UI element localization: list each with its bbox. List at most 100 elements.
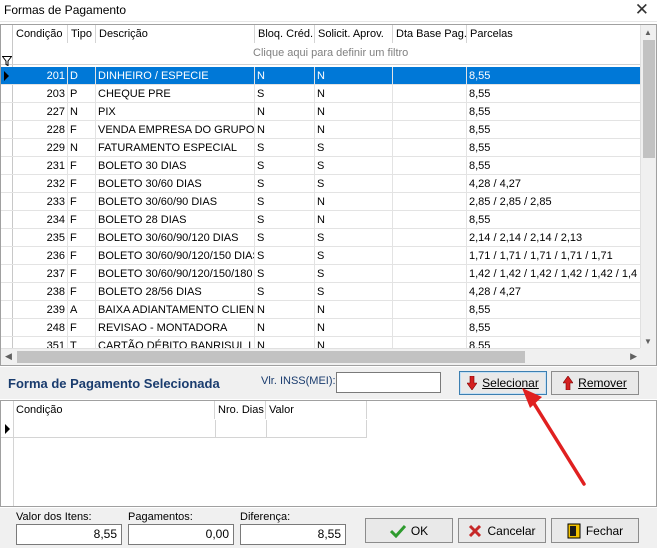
cell-bloq-cred[interactable]: S xyxy=(255,139,315,157)
cell-solicit-aprov[interactable]: N xyxy=(315,211,393,229)
scroll-up-icon[interactable]: ▲ xyxy=(644,28,652,37)
cell-solicit-aprov[interactable]: N xyxy=(315,103,393,121)
cell-tipo[interactable]: F xyxy=(68,175,96,193)
cell-descricao[interactable]: VENDA EMPRESA DO GRUPO xyxy=(96,121,255,139)
cell-condicao[interactable]: 236 xyxy=(13,247,68,265)
filter-icon[interactable] xyxy=(2,56,12,66)
table-row[interactable]: 239 A BAIXA ADIANTAMENTO CLIENTE N N 8,55 xyxy=(1,301,641,319)
cell-condicao[interactable]: 201 xyxy=(13,67,68,85)
cell-solicit-aprov[interactable]: S xyxy=(315,175,393,193)
cell-descricao[interactable]: BOLETO 30/60 DIAS xyxy=(96,175,255,193)
cell-dta-base-pag[interactable] xyxy=(393,319,467,337)
cell-tipo[interactable]: P xyxy=(68,85,96,103)
cell-bloq-cred[interactable]: S xyxy=(255,247,315,265)
cell-solicit-aprov[interactable]: S xyxy=(315,283,393,301)
cell-condicao[interactable]: 234 xyxy=(13,211,68,229)
table-row[interactable]: 235 F BOLETO 30/60/90/120 DIAS S S 2,14 / 2,1… xyxy=(1,229,641,247)
cell-solicit-aprov[interactable]: N xyxy=(315,85,393,103)
scroll-left-icon[interactable]: ◀ xyxy=(5,351,12,362)
column-header-solicit-aprov[interactable]: Solicit. Aprov. xyxy=(315,25,393,43)
cell-bloq-cred[interactable]: S xyxy=(255,283,315,301)
cell-parcelas[interactable]: 2,14 / 2,14 / 2,14 / 2,13 xyxy=(467,229,641,247)
selected-payments-grid[interactable]: Condição Nro. Dias Valor xyxy=(0,400,657,507)
cell-parcelas[interactable]: 8,55 xyxy=(467,67,641,85)
cell-dta-base-pag[interactable] xyxy=(393,157,467,175)
filter-prompt[interactable]: Clique aqui para definir um filtro xyxy=(253,47,408,59)
table-row[interactable] xyxy=(1,420,367,438)
close-button[interactable]: Fechar xyxy=(551,518,639,543)
cell-bloq-cred[interactable]: S xyxy=(255,157,315,175)
cell-descricao[interactable]: BOLETO 28 DIAS xyxy=(96,211,255,229)
cell-dta-base-pag[interactable] xyxy=(393,301,467,319)
cell-parcelas[interactable]: 8,55 xyxy=(467,103,641,121)
filter-row[interactable]: Clique aqui para definir um filtro xyxy=(1,43,641,65)
cell-solicit-aprov[interactable]: N xyxy=(315,67,393,85)
cell-dta-base-pag[interactable] xyxy=(393,85,467,103)
cell-parcelas[interactable]: 2,85 / 2,85 / 2,85 xyxy=(467,193,641,211)
column-header-dta-base-pag[interactable]: Dta Base Pag. xyxy=(393,25,467,43)
column-header-parcelas[interactable]: Parcelas xyxy=(467,25,641,43)
cell-condicao[interactable]: 238 xyxy=(13,283,68,301)
cell-condicao[interactable]: 232 xyxy=(13,175,68,193)
cell-parcelas[interactable]: 8,55 xyxy=(467,301,641,319)
cell-condicao[interactable]: 228 xyxy=(13,121,68,139)
horizontal-scroll-thumb[interactable] xyxy=(17,351,525,363)
horizontal-scrollbar[interactable]: ◀ ▶ xyxy=(1,348,641,365)
cell-solicit-aprov[interactable]: S xyxy=(315,139,393,157)
column-header-nro-dias[interactable]: Nro. Dias xyxy=(215,401,266,419)
cell-parcelas[interactable]: 1,42 / 1,42 / 1,42 / 1,42 / 1,42 / 1,4 xyxy=(467,265,641,283)
cell-parcelas[interactable]: 8,55 xyxy=(467,319,641,337)
cell-descricao[interactable]: CHEQUE PRE xyxy=(96,85,255,103)
cell-descricao[interactable]: PIX xyxy=(96,103,255,121)
ok-button[interactable]: OK xyxy=(365,518,453,543)
table-row[interactable]: 203 P CHEQUE PRE S N 8,55 xyxy=(1,85,641,103)
table-row[interactable]: 236 F BOLETO 30/60/90/120/150 DIAS S S 1,71 /… xyxy=(1,247,641,265)
cell-tipo[interactable]: F xyxy=(68,229,96,247)
cell-bloq-cred[interactable]: N xyxy=(255,67,315,85)
cell-dta-base-pag[interactable] xyxy=(393,121,467,139)
cell-descricao[interactable]: BOLETO 28/56 DIAS xyxy=(96,283,255,301)
cell-dta-base-pag[interactable] xyxy=(393,103,467,121)
cell-descricao[interactable]: BOLETO 30/60/90/120 DIAS xyxy=(96,229,255,247)
cell-dta-base-pag[interactable] xyxy=(393,67,467,85)
cell-descricao[interactable]: BOLETO 30/60/90 DIAS xyxy=(96,193,255,211)
cell-bloq-cred[interactable]: S xyxy=(255,85,315,103)
cell-descricao[interactable]: BAIXA ADIANTAMENTO CLIENTE xyxy=(96,301,255,319)
cell-dta-base-pag[interactable] xyxy=(393,247,467,265)
vertical-scroll-thumb[interactable] xyxy=(643,40,655,158)
select-button[interactable]: Selecionar xyxy=(459,371,547,395)
cell-bloq-cred[interactable]: S xyxy=(255,175,315,193)
cell-tipo[interactable]: F xyxy=(68,211,96,229)
column-header-bloq-cred[interactable]: Bloq. Créd. xyxy=(255,25,315,43)
cell-condicao[interactable]: 237 xyxy=(13,265,68,283)
table-row[interactable]: 234 F BOLETO 28 DIAS S N 8,55 xyxy=(1,211,641,229)
cell-tipo[interactable]: F xyxy=(68,319,96,337)
cell-dta-base-pag[interactable] xyxy=(393,229,467,247)
table-row[interactable]: 238 F BOLETO 28/56 DIAS S S 4,28 / 4,27 xyxy=(1,283,641,301)
cell-descricao[interactable]: BOLETO 30 DIAS xyxy=(96,157,255,175)
cancel-button[interactable]: Cancelar xyxy=(458,518,546,543)
column-header-condicao[interactable]: Condição xyxy=(13,25,68,43)
cell-parcelas[interactable]: 8,55 xyxy=(467,157,641,175)
cell-condicao[interactable]: 239 xyxy=(13,301,68,319)
cell-dta-base-pag[interactable] xyxy=(393,283,467,301)
cell-condicao[interactable]: 227 xyxy=(13,103,68,121)
cell-solicit-aprov[interactable]: N xyxy=(315,301,393,319)
cell-condicao[interactable]: 248 xyxy=(13,319,68,337)
cell-bloq-cred[interactable]: S xyxy=(255,193,315,211)
cell-tipo[interactable]: F xyxy=(68,247,96,265)
cell-descricao[interactable]: REVISAO - MONTADORA xyxy=(96,319,255,337)
cell-solicit-aprov[interactable]: S xyxy=(315,247,393,265)
cell-dta-base-pag[interactable] xyxy=(393,139,467,157)
cell-tipo[interactable]: A xyxy=(68,301,96,319)
cell-condicao[interactable]: 229 xyxy=(13,139,68,157)
table-row[interactable]: 232 F BOLETO 30/60 DIAS S S 4,28 / 4,27 xyxy=(1,175,641,193)
close-icon[interactable]: ✕ xyxy=(635,0,649,20)
table-row[interactable]: 231 F BOLETO 30 DIAS S S 8,55 xyxy=(1,157,641,175)
cell-bloq-cred[interactable]: N xyxy=(255,121,315,139)
cell-tipo[interactable]: N xyxy=(68,103,96,121)
table-row[interactable]: 233 F BOLETO 30/60/90 DIAS S N 2,85 / 2,85 / … xyxy=(1,193,641,211)
column-header-valor[interactable]: Valor xyxy=(266,401,367,419)
cell-parcelas[interactable]: 8,55 xyxy=(467,139,641,157)
table-row[interactable]: 237 F BOLETO 30/60/90/120/150/180 S S 1,42 / … xyxy=(1,265,641,283)
